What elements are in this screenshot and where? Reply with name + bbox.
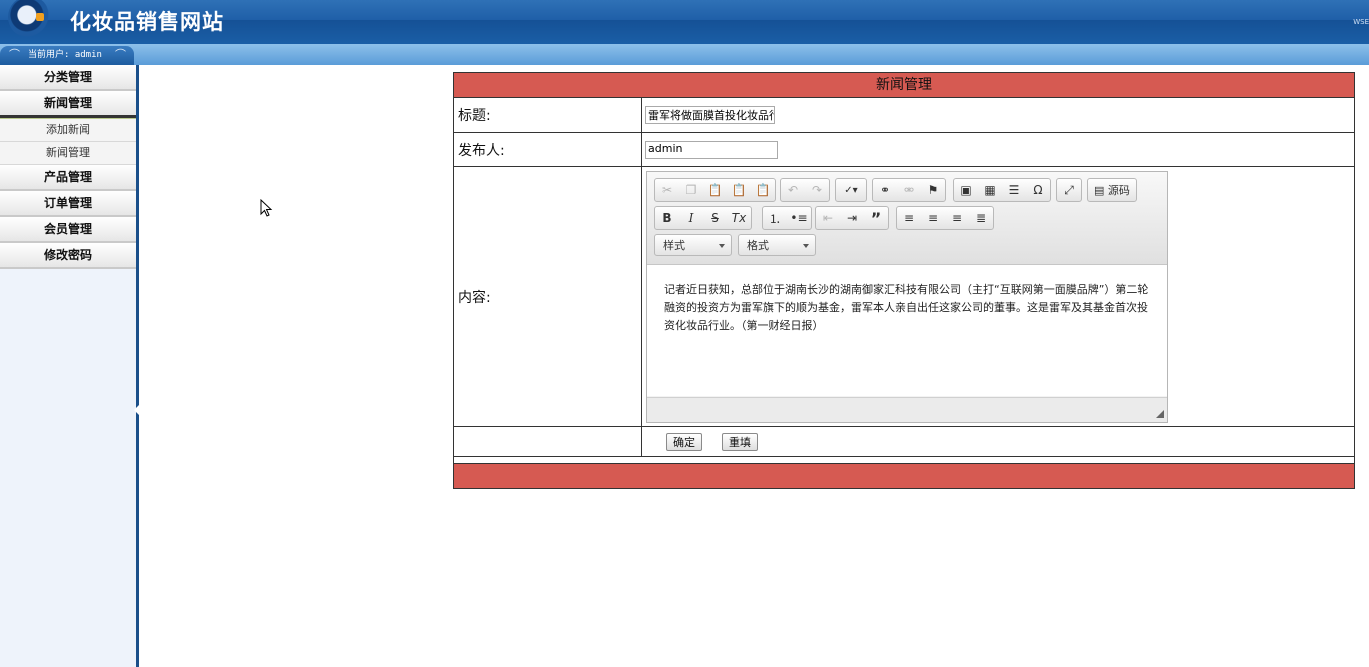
link-group: ⚭ ⚮ ⚑ — [872, 178, 946, 202]
paste-word-icon[interactable]: 📋 — [751, 179, 775, 201]
undo-icon[interactable]: ↶ — [781, 179, 805, 201]
spellcheck-group: ✓▾ — [835, 178, 867, 202]
reset-button[interactable]: 重填 — [722, 432, 758, 451]
submenu-add-news[interactable]: 添加新闻 — [0, 119, 136, 142]
spellcheck-icon[interactable]: ✓▾ — [836, 179, 866, 201]
menu-news[interactable]: 新闻管理 — [0, 91, 136, 118]
table-icon[interactable]: ▦ — [978, 179, 1002, 201]
paste-icon[interactable]: 📋 — [703, 179, 727, 201]
title-row: 标题: 雷军将做面膜首投化妆品行 — [454, 98, 1354, 133]
form-footer-bar — [454, 463, 1354, 488]
author-label: 发布人: — [454, 133, 642, 166]
form-title: 新闻管理 — [454, 73, 1354, 98]
menu-change-password[interactable]: 修改密码 — [0, 243, 136, 269]
site-title: 化妆品销售网站 — [70, 9, 224, 34]
user-left-icon: ⌒ — [9, 48, 20, 61]
source-group: ▤ 源码 — [1087, 178, 1137, 202]
image-icon[interactable]: ▣ — [954, 179, 978, 201]
author-row: 发布人: admin — [454, 133, 1354, 167]
clipboard-group: ✂ ❐ 📋 📋 📋 — [654, 178, 776, 202]
style-combo[interactable]: 样式 — [654, 234, 732, 256]
redo-icon[interactable]: ↷ — [805, 179, 829, 201]
align-right-icon[interactable]: ≡ — [945, 207, 969, 229]
mouse-cursor-icon — [260, 199, 273, 217]
header-right-text: WSE — [1353, 18, 1369, 26]
button-row: 确定 重填 — [454, 427, 1354, 457]
indent-icon[interactable]: ⇥ — [840, 207, 864, 229]
bold-icon[interactable]: B — [655, 207, 679, 229]
menu-orders[interactable]: 订单管理 — [0, 191, 136, 217]
submit-button[interactable]: 确定 — [666, 432, 702, 451]
align-justify-icon[interactable]: ≣ — [969, 207, 993, 229]
anchor-flag-icon[interactable]: ⚑ — [921, 179, 945, 201]
format-combo[interactable]: 格式 — [738, 234, 816, 256]
italic-icon[interactable]: I — [679, 207, 703, 229]
basic-style-group: B I S Tx — [654, 206, 752, 230]
format-combo-chevron-down-icon — [803, 244, 809, 248]
menu-products[interactable]: 产品管理 — [0, 165, 136, 191]
style-combo-chevron-down-icon — [719, 244, 725, 248]
title-cell: 雷军将做面膜首投化妆品行 — [642, 98, 1354, 132]
maximize-group: ⤢ — [1056, 178, 1082, 202]
title-input[interactable]: 雷军将做面膜首投化妆品行 — [645, 106, 775, 124]
current-user-tab: ⌒ 当前用户: admin ⌒ — [0, 46, 134, 65]
special-char-omega-icon[interactable]: Ω — [1026, 179, 1050, 201]
submenu-news-manage[interactable]: 新闻管理 — [0, 142, 136, 165]
editor-footer — [647, 397, 1167, 422]
remove-format-icon[interactable]: Tx — [727, 207, 751, 229]
align-group: ≡ ≡ ≡ ≣ — [896, 206, 994, 230]
sidebar: 分类管理 新闻管理 添加新闻 新闻管理 产品管理 订单管理 会员管理 修改密码 — [0, 65, 139, 667]
align-left-icon[interactable]: ≡ — [897, 207, 921, 229]
source-label: 源码 — [1107, 184, 1130, 197]
button-cell: 确定 重填 — [642, 427, 1354, 456]
title-label: 标题: — [454, 98, 642, 132]
numbered-list-icon[interactable]: ⒈ — [763, 207, 787, 229]
news-submenu: 添加新闻 新闻管理 — [0, 118, 136, 165]
horizontal-line-icon[interactable]: ☰ — [1002, 179, 1026, 201]
content-cell: ✂ ❐ 📋 📋 📋 ↶ ↷ ✓▾ ⚭ ⚮ ⚑ ▣ ▦ ☰ Ω ⤢ ▤ 源码 B … — [642, 167, 1354, 426]
top-header: 化妆品销售网站 WSE — [0, 0, 1369, 44]
header-strip — [0, 44, 1369, 65]
cut-icon[interactable]: ✂ — [655, 179, 679, 201]
list-group: ⒈ •≡ — [762, 206, 812, 230]
outdent-icon[interactable]: ⇤ — [816, 207, 840, 229]
format-combo-label: 格式 — [747, 239, 769, 252]
undo-group: ↶ ↷ — [780, 178, 830, 202]
button-row-label — [454, 427, 642, 456]
indent-group: ⇤ ⇥ ” — [815, 206, 889, 230]
maximize-icon[interactable]: ⤢ — [1057, 179, 1081, 201]
menu-members[interactable]: 会员管理 — [0, 217, 136, 243]
current-user-label: 当前用户: admin — [28, 50, 102, 60]
news-form: 新闻管理 标题: 雷军将做面膜首投化妆品行 发布人: admin 内容: ✂ ❐… — [453, 72, 1355, 489]
link-icon[interactable]: ⚭ — [873, 179, 897, 201]
menu-category[interactable]: 分类管理 — [0, 65, 136, 91]
author-input[interactable]: admin — [645, 140, 778, 159]
source-button[interactable]: ▤ 源码 — [1088, 182, 1136, 198]
paste-text-icon[interactable]: 📋 — [727, 179, 751, 201]
insert-group: ▣ ▦ ☰ Ω — [953, 178, 1051, 202]
align-center-icon[interactable]: ≡ — [921, 207, 945, 229]
resize-handle-icon[interactable] — [1156, 410, 1164, 418]
editor-content-area[interactable]: 记者近日获知，总部位于湖南长沙的湖南御家汇科技有限公司（主打“互联网第一面膜品牌… — [647, 265, 1167, 396]
bulleted-list-icon[interactable]: •≡ — [787, 207, 811, 229]
content-row: 内容: ✂ ❐ 📋 📋 📋 ↶ ↷ ✓▾ ⚭ ⚮ ⚑ ▣ ▦ ☰ Ω ⤢ ▤ 源… — [454, 167, 1354, 427]
logo-accent — [36, 13, 44, 21]
user-right-icon: ⌒ — [115, 48, 126, 61]
blockquote-icon[interactable]: ” — [864, 207, 888, 229]
sidebar-collapse-arrow[interactable] — [134, 405, 139, 415]
strikethrough-icon[interactable]: S — [703, 207, 727, 229]
rich-text-editor: ✂ ❐ 📋 📋 📋 ↶ ↷ ✓▾ ⚭ ⚮ ⚑ ▣ ▦ ☰ Ω ⤢ ▤ 源码 B … — [646, 171, 1168, 423]
unlink-icon[interactable]: ⚮ — [897, 179, 921, 201]
editor-toolbar: ✂ ❐ 📋 📋 📋 ↶ ↷ ✓▾ ⚭ ⚮ ⚑ ▣ ▦ ☰ Ω ⤢ ▤ 源码 B … — [647, 172, 1167, 265]
style-combo-label: 样式 — [663, 239, 685, 252]
author-cell: admin — [642, 133, 1354, 166]
content-label: 内容: — [454, 167, 642, 426]
copy-icon[interactable]: ❐ — [679, 179, 703, 201]
